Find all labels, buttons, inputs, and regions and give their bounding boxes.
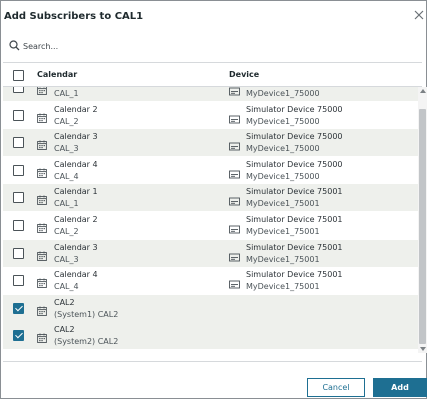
row-checkbox[interactable] — [13, 137, 24, 149]
calendar-name: Calendar 3 — [54, 242, 98, 252]
calendar-id: (System2) CAL2 — [54, 337, 119, 347]
calendar-id: CAL_1 — [54, 89, 79, 98]
device-icon — [229, 247, 240, 262]
table-row[interactable]: CAL2 (System1) CAL2 — [3, 294, 418, 322]
row-checkbox[interactable] — [13, 192, 24, 204]
device-icon — [229, 191, 240, 206]
table-row[interactable]: Calendar 2 CAL_2 Simulator Device 75000 MyD… — [3, 101, 418, 129]
calendar-icon — [37, 87, 47, 95]
device-name: Simulator Device 75001 — [246, 242, 343, 252]
calendar-name: Calendar 2 — [54, 104, 98, 114]
calendar-name: CAL2 — [54, 297, 75, 307]
device-name: Simulator Device 75001 — [246, 215, 343, 224]
device-name: Simulator Device 75000 — [246, 132, 343, 142]
dialog-title: Add Subscribers to CAL1 — [4, 11, 144, 22]
calendar-icon — [37, 108, 47, 123]
add-subscribers-dialog: Add Subscribers to CAL1 Calendar Device … — [0, 0, 427, 399]
device-icon — [229, 87, 240, 96]
table-row[interactable]: Calendar 3 CAL_3 Simulator Device 75000 MyD… — [3, 129, 418, 157]
row-checkbox[interactable] — [13, 302, 24, 314]
row-checkbox[interactable] — [13, 330, 24, 342]
device-name: Simulator Device 75000 — [246, 104, 343, 114]
device-name: Simulator Device 75001 — [246, 187, 343, 197]
table-row[interactable]: Calendar 3 CAL_3 Simulator Device 75001 MyD… — [3, 239, 418, 267]
calendar-id: CAL_3 — [54, 254, 79, 264]
device-icon — [229, 136, 240, 151]
column-header-calendar[interactable]: Calendar — [37, 70, 77, 79]
subscriber-list: CAL_1 MyDevice1_75000 Calendar 2 CAL_2 Simul… — [3, 87, 418, 353]
calendar-id: CAL_4 — [54, 171, 79, 181]
calendar-id: CAL_3 — [54, 144, 79, 154]
table-header: Calendar Device — [3, 63, 422, 86]
scrollbar-thumb[interactable] — [419, 109, 426, 344]
device-id: MyDevice1_75001 — [246, 254, 320, 264]
device-icon — [229, 164, 240, 179]
calendar-id: CAL_2 — [54, 227, 79, 236]
device-id: MyDevice1_75000 — [246, 171, 320, 181]
calendar-icon — [37, 163, 47, 178]
device-id: MyDevice1_75000 — [246, 89, 320, 98]
calendar-name: Calendar 3 — [54, 132, 98, 142]
table-row[interactable]: Calendar 4 CAL_4 Simulator Device 75000 MyD… — [3, 156, 418, 184]
calendar-icon — [37, 246, 47, 261]
calendar-id: CAL_4 — [54, 282, 79, 292]
calendar-icon — [37, 218, 47, 233]
table-row[interactable]: Calendar 1 CAL_1 Simulator Device 75001 MyD… — [3, 184, 418, 212]
search-icon — [9, 40, 20, 51]
search-input[interactable] — [23, 38, 273, 54]
device-icon — [229, 219, 240, 234]
device-id: MyDevice1_75000 — [246, 144, 320, 154]
row-checkbox[interactable] — [13, 275, 24, 287]
device-id: MyDevice1_75001 — [246, 282, 320, 292]
calendar-name: Calendar 4 — [54, 270, 98, 280]
device-icon — [229, 274, 240, 289]
device-id: MyDevice1_75000 — [246, 116, 320, 126]
scroll-up-icon[interactable] — [420, 89, 426, 93]
table-row[interactable]: Calendar 2 CAL_2 Simulator Device 75001 MyD… — [3, 212, 418, 239]
calendar-icon — [37, 273, 47, 289]
add-button[interactable]: Add — [373, 378, 427, 397]
table-row[interactable]: CAL_1 MyDevice1_75000 — [3, 87, 418, 101]
cancel-button[interactable]: Cancel — [307, 378, 365, 397]
device-id: MyDevice1_75001 — [246, 227, 320, 236]
calendar-name: CAL2 — [54, 325, 75, 335]
row-checkbox[interactable] — [13, 109, 24, 121]
column-header-device[interactable]: Device — [229, 70, 259, 79]
device-id: MyDevice1_75001 — [246, 199, 320, 209]
device-name: Simulator Device 75000 — [246, 159, 343, 169]
table-row[interactable]: Calendar 4 CAL_4 Simulator Device 75001 MyD… — [3, 267, 418, 295]
device-name: Simulator Device 75001 — [246, 270, 343, 280]
calendar-name: Calendar 4 — [54, 159, 98, 169]
table-row[interactable]: CAL2 (System2) CAL2 — [3, 322, 418, 350]
calendar-name: Calendar 2 — [54, 215, 98, 224]
row-checkbox[interactable] — [13, 164, 24, 176]
scroll-down-icon[interactable] — [420, 347, 426, 351]
row-checkbox[interactable] — [13, 87, 24, 93]
device-icon — [229, 109, 240, 124]
calendar-name: Calendar 1 — [54, 187, 98, 197]
calendar-icon — [37, 301, 47, 316]
calendar-id: (System1) CAL2 — [54, 309, 119, 319]
search-box — [7, 38, 287, 54]
calendar-id: CAL_2 — [54, 116, 79, 126]
close-icon[interactable] — [413, 9, 425, 21]
calendar-icon — [37, 190, 47, 206]
footer-divider — [3, 361, 422, 362]
list-scrollbar[interactable] — [418, 87, 427, 353]
calendar-id: CAL_1 — [54, 199, 79, 209]
row-checkbox[interactable] — [13, 220, 24, 231]
calendar-icon — [37, 328, 47, 344]
calendar-icon — [37, 135, 47, 151]
row-checkbox[interactable] — [13, 247, 24, 259]
select-all-checkbox[interactable] — [13, 70, 24, 81]
